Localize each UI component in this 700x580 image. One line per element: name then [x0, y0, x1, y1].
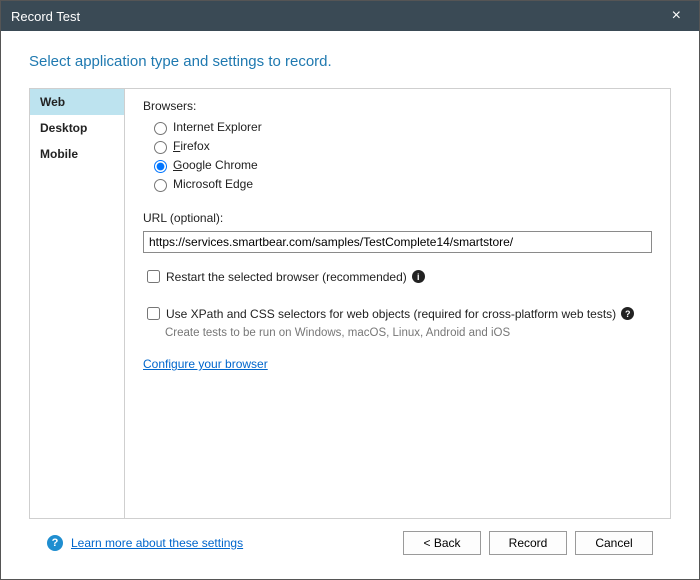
record-button[interactable]: Record — [489, 531, 567, 555]
info-icon[interactable]: i — [412, 270, 425, 283]
tab-list: Web Desktop Mobile — [30, 89, 125, 518]
close-icon[interactable]: × — [664, 4, 689, 28]
restart-browser-row: Restart the selected browser (recommende… — [143, 267, 652, 286]
url-label: URL (optional): — [143, 211, 652, 225]
dialog-body: Select application type and settings to … — [1, 31, 699, 579]
main-panel: Web Desktop Mobile Browsers: Internet Ex… — [29, 88, 671, 519]
radio-row-chrome[interactable]: Google Chrome — [143, 157, 652, 173]
back-button[interactable]: < Back — [403, 531, 481, 555]
radio-label: Internet Explorer — [173, 120, 262, 134]
record-test-dialog: Record Test × Select application type an… — [0, 0, 700, 580]
radio-internet-explorer[interactable] — [154, 122, 167, 135]
radio-row-firefox[interactable]: Firefox — [143, 138, 652, 154]
radio-label: Google Chrome — [173, 158, 258, 172]
footer: ? Learn more about these settings < Back… — [29, 519, 671, 569]
browsers-label: Browsers: — [143, 99, 652, 113]
radio-microsoft-edge[interactable] — [154, 179, 167, 192]
page-heading: Select application type and settings to … — [29, 53, 671, 70]
xpath-checkbox[interactable] — [147, 307, 160, 320]
radio-row-ie[interactable]: Internet Explorer — [143, 119, 652, 135]
radio-label: Microsoft Edge — [173, 177, 253, 191]
tab-web[interactable]: Web — [30, 89, 124, 115]
help-circle-icon[interactable]: ? — [47, 535, 63, 551]
url-input[interactable] — [143, 231, 652, 253]
tab-content-web: Browsers: Internet Explorer Firefox Goog… — [125, 89, 670, 518]
configure-browser-link[interactable]: Configure your browser — [143, 357, 268, 371]
radio-label: Firefox — [173, 139, 210, 153]
restart-browser-checkbox[interactable] — [147, 270, 160, 283]
tab-desktop[interactable]: Desktop — [30, 115, 124, 141]
titlebar: Record Test × — [1, 1, 699, 31]
radio-firefox[interactable] — [154, 141, 167, 154]
learn-more-link[interactable]: Learn more about these settings — [71, 536, 243, 550]
cancel-button[interactable]: Cancel — [575, 531, 653, 555]
xpath-label: Use XPath and CSS selectors for web obje… — [166, 307, 616, 321]
radio-google-chrome[interactable] — [154, 160, 167, 173]
restart-browser-label: Restart the selected browser (recommende… — [166, 270, 407, 284]
help-icon[interactable]: ? — [621, 307, 634, 320]
xpath-row: Use XPath and CSS selectors for web obje… — [143, 304, 652, 323]
tab-mobile[interactable]: Mobile — [30, 141, 124, 167]
xpath-hint: Create tests to be run on Windows, macOS… — [165, 327, 652, 339]
radio-row-edge[interactable]: Microsoft Edge — [143, 176, 652, 192]
window-title: Record Test — [11, 9, 80, 24]
